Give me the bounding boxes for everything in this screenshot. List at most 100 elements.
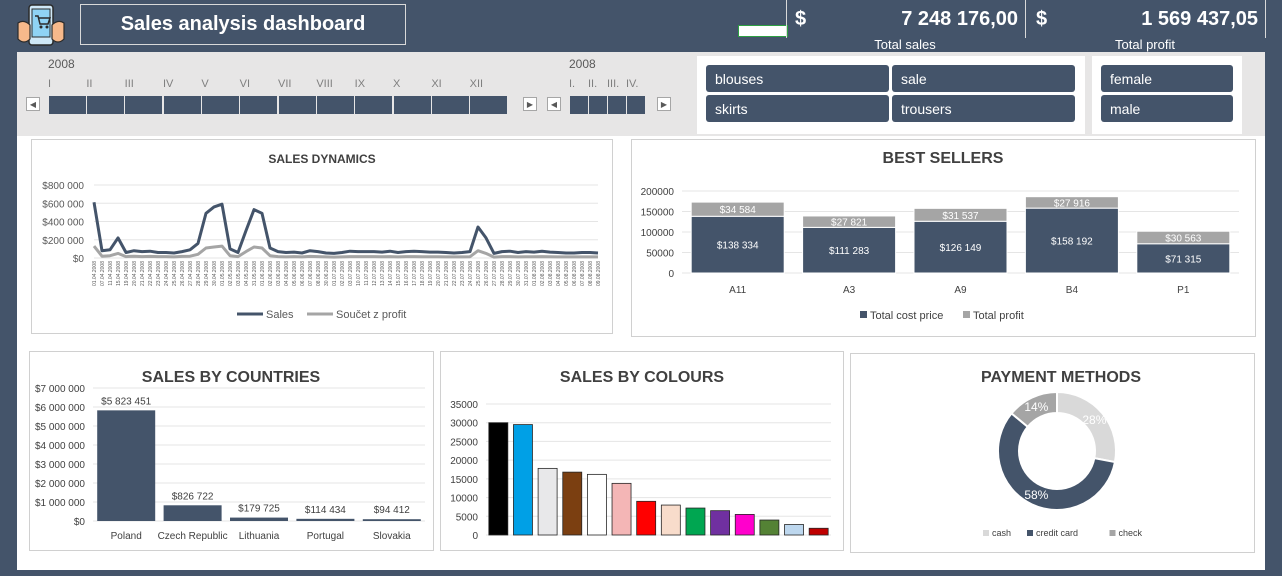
timeline-month-segment[interactable]	[240, 96, 278, 114]
timeline-quarter-labels: I. II. III. IV.	[569, 78, 645, 92]
x-tick-label: 03.07.2008	[348, 261, 354, 286]
y-tick-label: $0	[74, 517, 86, 528]
x-tick-label: 31.07.2008	[524, 261, 530, 286]
timeline-month-segment[interactable]	[278, 96, 316, 114]
chart-title: SALES BY COLOURS	[560, 369, 725, 386]
timeline-month-segment[interactable]	[393, 96, 431, 114]
y-tick-label: $5 000 000	[35, 422, 85, 433]
timeline-month-labels: I II III IV V VI VII VIII IX X XI XII	[48, 78, 508, 92]
slicer-item-trousers[interactable]: trousers	[892, 95, 1075, 122]
x-tick-label: 18.07.2008	[420, 261, 426, 286]
data-label: $138 334	[717, 241, 759, 252]
x-tick-label: 03.08.2008	[548, 261, 554, 286]
y-tick-label: 0	[472, 531, 478, 542]
y-tick-label: 150000	[641, 208, 675, 219]
timeline-month-label: VII	[278, 78, 292, 90]
timeline-month-segment[interactable]	[355, 96, 393, 114]
colour-bar	[586, 473, 607, 536]
timeline-quarter-segment[interactable]	[607, 96, 626, 114]
y-tick-label: 50000	[646, 249, 674, 260]
timeline-quarter-segment[interactable]	[626, 96, 645, 114]
total-sales-value: 7 248 176,00	[901, 8, 1018, 30]
y-tick-label: $400 000	[42, 218, 84, 229]
slice-label: 58%	[1024, 488, 1048, 502]
y-tick-label: 100000	[641, 228, 675, 239]
colour-bar	[784, 524, 804, 536]
quarter-next-arrow-icon[interactable]: ▶	[657, 97, 671, 111]
timeline-next-arrow-icon[interactable]: ▶	[523, 97, 537, 111]
kpi-divider	[1025, 0, 1026, 38]
timeline-quarter-bar[interactable]	[569, 96, 645, 114]
x-tick-label: 30.04.2008	[212, 261, 218, 286]
slicer-item-blouses[interactable]: blouses	[706, 65, 889, 92]
x-tick-label: 01.07.2008	[332, 261, 338, 286]
x-tick-label: 15.07.2008	[396, 261, 402, 286]
slice-label: 14%	[1024, 400, 1048, 414]
timeline-month-segment[interactable]	[125, 96, 163, 114]
chart-title: SALES BY COUNTRIES	[142, 369, 321, 386]
y-tick-label: 30000	[450, 419, 478, 430]
x-tick-label: 02.06.2008	[268, 261, 274, 286]
legend-swatch	[1109, 530, 1116, 536]
data-label: $126 149	[940, 243, 982, 254]
timeline-year: 2008	[48, 57, 75, 71]
colour-bar	[660, 504, 681, 536]
timeline-month-segment[interactable]	[431, 96, 470, 114]
quarter-prev-arrow-icon[interactable]: ◀	[547, 97, 561, 111]
y-tick-label: $4 000 000	[35, 441, 85, 452]
total-profit-value: 1 569 437,05	[1141, 8, 1258, 30]
data-label: $114 434	[305, 505, 346, 516]
x-tick-label: 17.07.2008	[412, 261, 418, 286]
timeline-month-label: X	[393, 78, 401, 90]
colour-bar	[685, 507, 706, 536]
x-tick-label: 09.08.2008	[596, 261, 602, 286]
x-tick-label: 02.05.2008	[228, 261, 234, 286]
x-tick-label: 11.07.2008	[364, 261, 370, 286]
timeline-month-segment[interactable]	[163, 96, 201, 114]
x-tick-label: 04.08.2008	[556, 261, 562, 286]
x-tick-label: B4	[1066, 285, 1079, 296]
data-label: $158 192	[1051, 237, 1093, 248]
x-tick-label: 02.08.2008	[540, 261, 546, 286]
colour-bar	[562, 471, 583, 536]
timeline-prev-arrow-icon[interactable]: ◀	[26, 97, 40, 111]
total-sales-currency: $	[795, 8, 807, 30]
slicer-item-sale[interactable]: sale	[892, 65, 1075, 92]
sales-by-colours-card: SALES BY COLOURS 35000 30000 25000 20000 1500…	[440, 351, 844, 551]
x-tick-label: 19.04.2008	[124, 261, 130, 286]
x-tick-label: 07.06.2008	[308, 261, 314, 286]
slicer-item-female[interactable]: female	[1101, 65, 1233, 92]
timeline-month-bar[interactable]	[48, 96, 508, 114]
cell-selection	[738, 25, 788, 37]
colour-bar	[710, 510, 731, 536]
payment-methods-card: PAYMENT METHODS 28% 58% 14% cash credit card c…	[850, 353, 1255, 553]
timeline-quarter-label: IV.	[626, 78, 639, 90]
timeline-month-segment[interactable]	[86, 96, 125, 114]
legend-swatch	[983, 530, 989, 536]
x-tick-label: 07.04.2008	[100, 261, 106, 286]
slicer-item-male[interactable]: male	[1101, 95, 1233, 122]
x-tick-label: A3	[843, 285, 856, 296]
colour-bar	[488, 422, 509, 536]
timeline-month-segment[interactable]	[470, 96, 508, 114]
total-profit-label: Total profit	[1115, 37, 1175, 52]
x-tick-label: 01.04.2008	[92, 261, 98, 286]
x-tick-label: 10.07.2008	[356, 261, 362, 286]
x-tick-label: 06.08.2008	[572, 261, 578, 286]
timeline-quarter-segment[interactable]	[588, 96, 607, 114]
legend-swatch	[860, 311, 867, 318]
timeline-month-label: XII	[469, 78, 484, 90]
slicer-item-skirts[interactable]: skirts	[706, 95, 889, 122]
timeline-month-segment[interactable]	[201, 96, 240, 114]
x-tick-label: 01.06.2008	[260, 261, 266, 286]
timeline-month-segment[interactable]	[316, 96, 355, 114]
slice-label: 28%	[1082, 413, 1106, 427]
timeline-quarter-segment[interactable]	[569, 96, 588, 114]
total-sales-label: Total sales	[874, 37, 936, 52]
x-tick-label: 03.06.2008	[276, 261, 282, 286]
chart-title: SALES DYNAMICS	[268, 152, 375, 166]
y-tick-label: 0	[668, 269, 674, 280]
x-tick-label: 31.05.2008	[252, 261, 258, 286]
x-tick-label: 04.05.2008	[244, 261, 250, 286]
timeline-month-segment[interactable]	[48, 96, 86, 114]
